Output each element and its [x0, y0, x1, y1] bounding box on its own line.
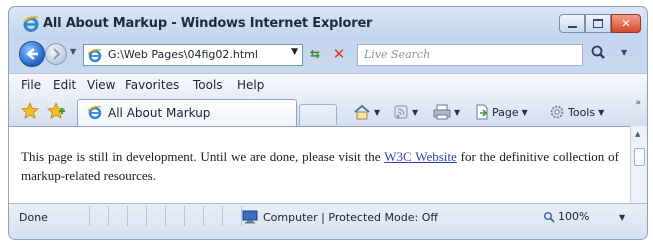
- address-url[interactable]: G:\Web Pages\04fig02.html: [108, 48, 258, 61]
- page-icon: [87, 105, 102, 124]
- stop-button[interactable]: ✕: [329, 44, 349, 64]
- status-panel: [128, 206, 147, 226]
- tab-bar: All About Markup ▼ ▼ ▼ Page ▼ Tools ▼ »: [9, 96, 647, 126]
- page-paragraph: This page is still in development. Until…: [21, 147, 619, 185]
- menu-tools[interactable]: Tools: [193, 78, 223, 92]
- chevron-down-icon: ▼: [598, 107, 605, 117]
- refresh-icon: ⇆: [309, 47, 321, 61]
- status-panel: [223, 206, 242, 226]
- status-bar: Done Computer | Protected Mode: Off 100%…: [9, 203, 647, 239]
- vertical-scrollbar[interactable]: ▲: [630, 126, 647, 203]
- stop-icon: ✕: [332, 45, 346, 63]
- status-text: Done: [19, 211, 48, 224]
- menu-bar: File Edit View Favorites Tools Help: [9, 73, 647, 97]
- print-button[interactable]: ▼: [433, 104, 460, 120]
- page-menu-label: Page: [492, 105, 519, 119]
- maximize-button[interactable]: [585, 14, 611, 33]
- title-bar: All About Markup - Windows Internet Expl…: [9, 7, 647, 37]
- minimize-icon: [567, 25, 577, 28]
- chevron-down-icon[interactable]: ▼: [412, 108, 418, 117]
- status-panel: [185, 206, 204, 226]
- tools-menu-label: Tools: [568, 105, 596, 119]
- w3c-website-link[interactable]: W3C Website: [384, 149, 457, 164]
- feeds-button[interactable]: ▼: [393, 104, 418, 120]
- home-icon: [354, 104, 370, 120]
- status-panel: [109, 206, 128, 226]
- favorites-star-icon: [20, 101, 40, 119]
- feeds-icon: [394, 105, 408, 119]
- menu-file[interactable]: File: [21, 78, 41, 92]
- page-icon: [476, 104, 488, 120]
- tools-menu-button[interactable]: Tools ▼: [549, 104, 604, 120]
- maximize-icon: [593, 19, 603, 28]
- close-button[interactable]: ✕: [611, 14, 641, 33]
- status-panel: [147, 206, 166, 226]
- forward-arrow-icon: [53, 48, 61, 60]
- zoom-icon: [544, 211, 555, 223]
- address-bar[interactable]: G:\Web Pages\04fig02.html ▼: [83, 44, 303, 66]
- computer-zone-icon: [242, 210, 258, 224]
- status-panel: [71, 206, 90, 226]
- search-icon: [591, 45, 605, 59]
- browser-window: All About Markup - Windows Internet Expl…: [8, 6, 648, 240]
- add-favorites-icon: [46, 101, 66, 119]
- favorites-center-button[interactable]: [20, 101, 40, 124]
- status-panel: [204, 206, 223, 226]
- navigation-bar: ▼ G:\Web Pages\04fig02.html ▼ ⇆ ✕ Live S…: [9, 39, 647, 69]
- home-button[interactable]: ▼: [353, 104, 380, 120]
- menu-view[interactable]: View: [87, 78, 115, 92]
- security-zone-indicator[interactable]: Computer | Protected Mode: Off: [241, 210, 438, 224]
- chevron-down-icon[interactable]: ▼: [454, 108, 460, 117]
- chevron-down-icon[interactable]: ▼: [374, 108, 380, 117]
- search-button[interactable]: [589, 44, 613, 64]
- tab-all-about-markup[interactable]: All About Markup: [77, 99, 297, 126]
- toolbar-overflow-chevron[interactable]: »: [635, 98, 641, 108]
- tab-label: All About Markup: [108, 106, 211, 120]
- search-options-dropdown[interactable]: ▼: [621, 48, 627, 57]
- scroll-up-arrow-icon[interactable]: ▲: [635, 130, 640, 138]
- scrollbar-thumb[interactable]: [634, 148, 645, 166]
- status-panel: [166, 206, 185, 226]
- menu-edit[interactable]: Edit: [53, 78, 76, 92]
- status-panels: [71, 206, 242, 228]
- search-placeholder: Live Search: [364, 48, 431, 61]
- menu-help[interactable]: Help: [237, 78, 264, 92]
- back-arrow-icon: [26, 48, 38, 60]
- ie-logo-icon: [23, 16, 39, 32]
- status-panel: [90, 206, 109, 226]
- window-title: All About Markup - Windows Internet Expl…: [43, 16, 373, 31]
- zoom-dropdown-chevron-icon[interactable]: ▼: [619, 213, 625, 222]
- paragraph-text-start: This page is still in development. Until…: [21, 149, 385, 164]
- page-content: This page is still in development. Until…: [9, 126, 631, 204]
- chevron-down-icon[interactable]: ▼: [291, 47, 298, 57]
- chevron-down-icon: ▼: [521, 107, 528, 117]
- recent-pages-dropdown[interactable]: ▼: [70, 47, 76, 56]
- back-button[interactable]: [19, 41, 45, 67]
- zoom-level-button[interactable]: 100%: [543, 210, 589, 223]
- menu-favorites[interactable]: Favorites: [125, 78, 179, 92]
- refresh-button[interactable]: ⇆: [305, 44, 325, 64]
- minimize-button[interactable]: [559, 14, 585, 33]
- new-tab-button[interactable]: [299, 104, 337, 125]
- page-menu-button[interactable]: Page ▼: [475, 104, 528, 120]
- add-favorites-button[interactable]: [46, 101, 66, 124]
- zoom-level: 100%: [558, 210, 590, 223]
- gear-icon: [550, 105, 564, 119]
- forward-button[interactable]: [45, 43, 67, 65]
- search-input[interactable]: Live Search: [357, 44, 583, 66]
- zone-text: Computer | Protected Mode: Off: [263, 210, 438, 224]
- close-icon: ✕: [621, 17, 631, 30]
- window-controls: ✕: [559, 14, 641, 33]
- print-icon: [433, 104, 451, 120]
- page-icon: [87, 48, 102, 67]
